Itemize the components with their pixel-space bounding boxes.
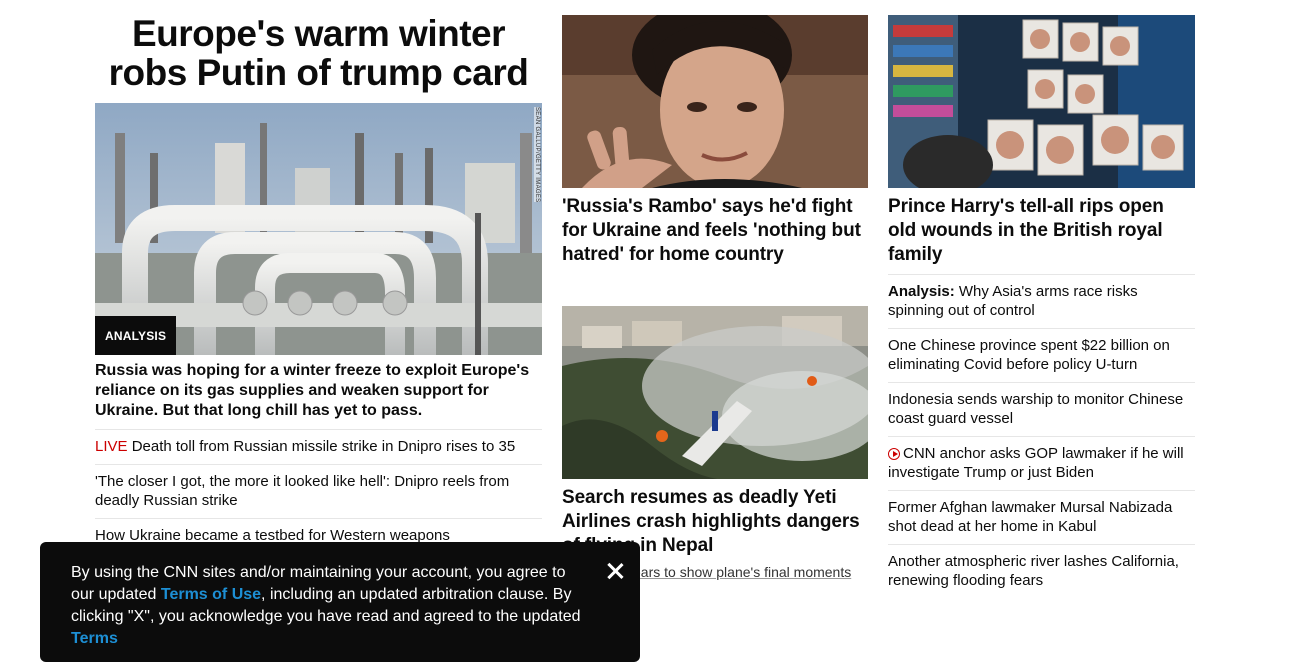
list-item[interactable]: CNN anchor asks GOP lawmaker if he will … [888, 436, 1195, 490]
analysis-prefix: Analysis: [888, 283, 955, 300]
lead-image[interactable]: SEAN GALLUP/GETTY IMAGES ANALYSIS [95, 103, 542, 355]
story-a-image[interactable] [562, 15, 868, 188]
terms-of-use-link[interactable]: Terms of Use [161, 586, 261, 603]
live-label: LIVE [95, 438, 128, 455]
list-item[interactable]: One Chinese province spent $22 billion o… [888, 328, 1195, 382]
related-links: LIVE Death toll from Russian missile str… [95, 429, 542, 553]
story-a-headline[interactable]: 'Russia's Rambo' says he'd fight for Ukr… [562, 195, 868, 267]
story-c-image[interactable] [888, 15, 1195, 188]
analysis-badge: ANALYSIS [95, 316, 177, 355]
related-item-text: Death toll from Russian missile strike i… [127, 438, 516, 455]
right-headline-list: Analysis: Why Asia's arms race risks spi… [888, 274, 1195, 598]
close-icon[interactable] [603, 559, 627, 583]
list-item-text: CNN anchor asks GOP lawmaker if he will … [888, 445, 1184, 481]
image-credit: SEAN GALLUP/GETTY IMAGES [534, 107, 540, 203]
lead-story: Europe's warm winter robs Putin of trump… [95, 0, 542, 544]
related-item[interactable]: 'The closer I got, the more it looked li… [95, 464, 542, 518]
list-item[interactable]: Analysis: Why Asia's arms race risks spi… [888, 274, 1195, 328]
list-item-text: One Chinese province spent $22 billion o… [888, 337, 1170, 373]
list-item-text: Indonesia sends warship to monitor Chine… [888, 391, 1184, 427]
banner-text: By using the CNN sites and/or maintainin… [71, 562, 581, 650]
list-item[interactable]: Former Afghan lawmaker Mursal Nabizada s… [888, 490, 1195, 544]
list-item[interactable]: Indonesia sends warship to monitor Chine… [888, 382, 1195, 436]
terms-link[interactable]: Terms [71, 630, 118, 647]
list-item-text: Another atmospheric river lashes Califor… [888, 553, 1179, 589]
lead-description[interactable]: Russia was hoping for a winter freeze to… [95, 361, 542, 421]
related-item-text: 'The closer I got, the more it looked li… [95, 473, 510, 509]
lead-headline[interactable]: Europe's warm winter robs Putin of trump… [95, 14, 542, 92]
list-item[interactable]: Another atmospheric river lashes Califor… [888, 544, 1195, 598]
terms-banner: By using the CNN sites and/or maintainin… [40, 542, 640, 662]
story-b-image[interactable] [562, 306, 868, 479]
story-b-sublink[interactable]: ears to show plane's final moments [633, 564, 851, 581]
play-video-icon [888, 448, 900, 460]
related-item[interactable]: LIVE Death toll from Russian missile str… [95, 429, 542, 464]
story-c-headline[interactable]: Prince Harry's tell-all rips open old wo… [888, 195, 1195, 267]
list-item-text: Former Afghan lawmaker Mursal Nabizada s… [888, 499, 1173, 535]
